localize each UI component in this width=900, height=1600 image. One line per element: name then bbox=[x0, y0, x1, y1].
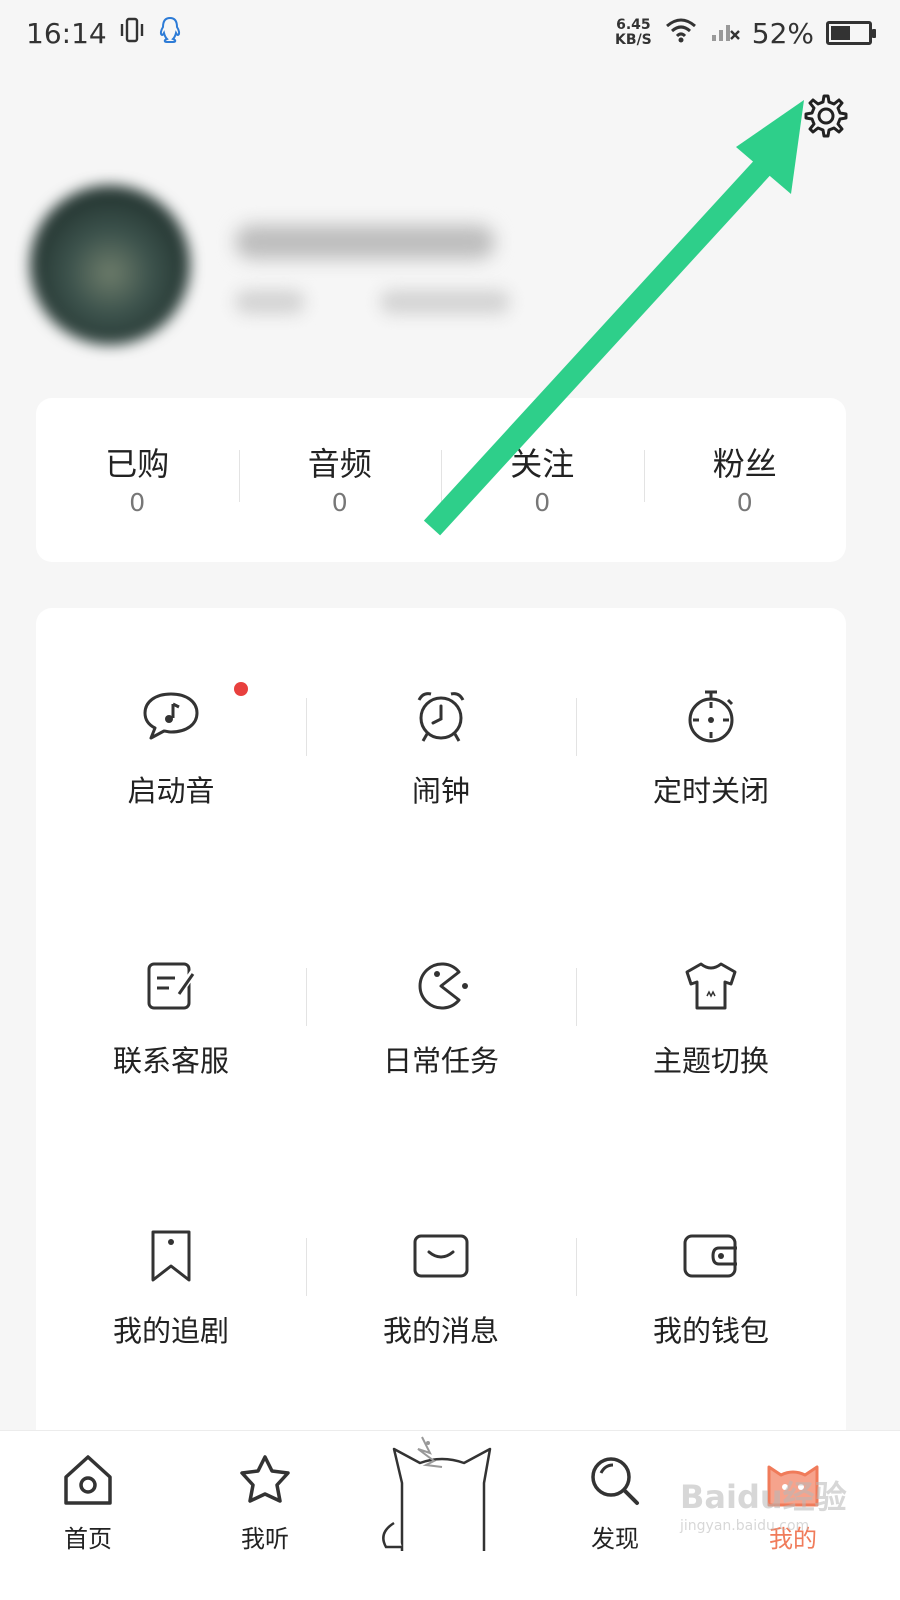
menu-item-daily-tasks[interactable]: 日常任务 bbox=[306, 878, 576, 1078]
tab-discover[interactable]: 发现 bbox=[555, 1431, 675, 1600]
qq-icon bbox=[157, 15, 183, 52]
battery-fill bbox=[831, 26, 850, 40]
star-icon bbox=[235, 1451, 295, 1511]
battery-icon bbox=[826, 21, 876, 45]
net-speed-value: 6.45 bbox=[616, 17, 651, 33]
menu-item-timer-close[interactable]: 定时关闭 bbox=[576, 608, 846, 808]
stat-label: 已购 bbox=[105, 444, 170, 483]
bookmark-icon bbox=[141, 1226, 201, 1286]
menu-label: 我的消息 bbox=[382, 1314, 499, 1348]
menu-label: 闹钟 bbox=[411, 774, 470, 808]
cat-mascot-icon bbox=[382, 1436, 492, 1551]
menu-row: 联系客服 日常任务 主题切换 bbox=[36, 878, 846, 1078]
music-bubble-icon bbox=[141, 686, 201, 746]
tab-label: 我听 bbox=[241, 1525, 289, 1553]
status-right: 6.45 KB/S 52% bbox=[615, 16, 876, 51]
menu-row: 启动音 闹钟 定时关闭 bbox=[36, 608, 846, 808]
stat-value: 0 bbox=[736, 487, 753, 517]
message-icon bbox=[411, 1226, 471, 1286]
tab-listen[interactable]: 我听 bbox=[205, 1431, 325, 1600]
menu-item-my-series[interactable]: 我的追剧 bbox=[36, 1148, 306, 1348]
stat-value: 0 bbox=[129, 487, 146, 517]
stat-label: 音频 bbox=[307, 444, 372, 483]
battery-text: 52% bbox=[751, 16, 814, 50]
pacman-icon bbox=[411, 956, 471, 1016]
menu-label: 日常任务 bbox=[382, 1044, 499, 1078]
menu-label: 我的追剧 bbox=[112, 1314, 229, 1348]
menu-item-alarm[interactable]: 闹钟 bbox=[306, 608, 576, 808]
menu-item-customer-service[interactable]: 联系客服 bbox=[36, 878, 306, 1078]
stat-following[interactable]: 关注 0 bbox=[441, 444, 644, 517]
wifi-icon bbox=[664, 16, 698, 51]
watermark-main: Baidu经验 bbox=[680, 1478, 847, 1516]
stat-label: 粉丝 bbox=[712, 444, 777, 483]
vibrate-icon bbox=[119, 16, 145, 51]
tab-home[interactable]: 首页 bbox=[28, 1431, 148, 1600]
net-speed-unit: KB/S bbox=[615, 32, 652, 48]
new-badge-dot bbox=[234, 682, 248, 696]
tab-label: 发现 bbox=[591, 1525, 639, 1553]
watermark: Baidu经验 jingyan.baidu.com bbox=[680, 1472, 880, 1552]
discover-search-icon bbox=[585, 1451, 645, 1511]
status-left: 16:14 bbox=[26, 15, 183, 52]
profile-subinfo-blurred bbox=[235, 290, 305, 314]
username-blurred bbox=[235, 225, 495, 259]
center-cat-button[interactable] bbox=[372, 1423, 512, 1553]
stat-value: 0 bbox=[534, 487, 551, 517]
menu-label: 启动音 bbox=[127, 774, 215, 808]
settings-gear-icon[interactable] bbox=[802, 92, 850, 140]
feature-menu-card: 启动音 闹钟 定时关闭 联系客服 日常任务 主题切换 我的追剧 我的消息 我的钱… bbox=[36, 608, 846, 1448]
edit-note-icon bbox=[141, 956, 201, 1016]
stats-card: 已购 0 音频 0 关注 0 粉丝 0 bbox=[36, 398, 846, 562]
status-bar: 16:14 6.45 KB/S 52% bbox=[0, 0, 900, 66]
stat-label: 关注 bbox=[510, 444, 575, 483]
menu-item-theme-switch[interactable]: 主题切换 bbox=[576, 878, 846, 1078]
avatar[interactable] bbox=[30, 185, 190, 345]
wallet-icon bbox=[681, 1226, 741, 1286]
menu-item-my-wallet[interactable]: 我的钱包 bbox=[576, 1148, 846, 1348]
timer-icon bbox=[681, 686, 741, 746]
stat-value: 0 bbox=[331, 487, 348, 517]
stat-purchased[interactable]: 已购 0 bbox=[36, 444, 239, 517]
watermark-sub: jingyan.baidu.com bbox=[680, 1518, 810, 1534]
menu-label: 定时关闭 bbox=[652, 774, 769, 808]
alarm-clock-icon bbox=[411, 686, 471, 746]
menu-item-my-messages[interactable]: 我的消息 bbox=[306, 1148, 576, 1348]
tab-label: 首页 bbox=[64, 1525, 112, 1553]
menu-row: 我的追剧 我的消息 我的钱包 bbox=[36, 1148, 846, 1348]
menu-label: 联系客服 bbox=[112, 1044, 229, 1078]
menu-label: 主题切换 bbox=[652, 1044, 769, 1078]
no-signal-icon bbox=[710, 17, 740, 50]
stat-audio[interactable]: 音频 0 bbox=[238, 444, 442, 517]
profile-subinfo-blurred bbox=[380, 290, 510, 314]
net-speed: 6.45 KB/S bbox=[615, 18, 652, 48]
status-time: 16:14 bbox=[26, 16, 107, 50]
tshirt-icon bbox=[681, 956, 741, 1016]
menu-item-startup-sound[interactable]: 启动音 bbox=[36, 608, 306, 808]
stat-fans[interactable]: 粉丝 0 bbox=[643, 444, 847, 517]
menu-label: 我的钱包 bbox=[652, 1314, 769, 1348]
home-icon bbox=[58, 1451, 118, 1511]
profile-header[interactable] bbox=[30, 185, 870, 365]
